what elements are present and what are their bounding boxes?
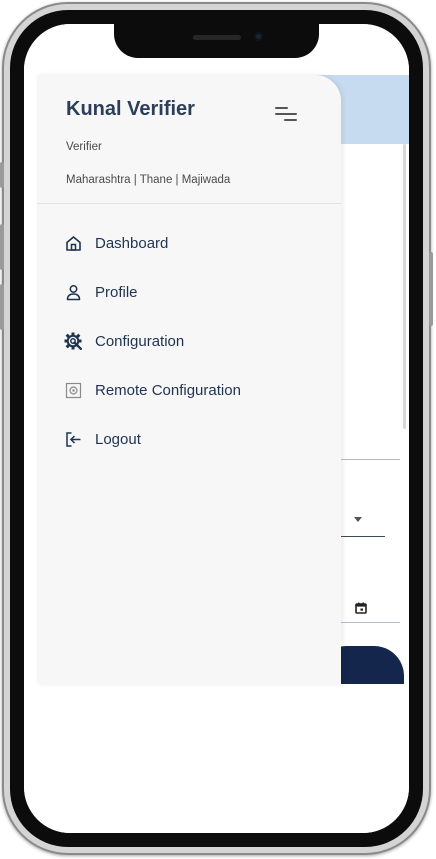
- drawer-divider: [37, 203, 341, 204]
- menu-label-dashboard: Dashboard: [95, 234, 169, 252]
- side-button-left-1: [0, 162, 4, 188]
- menu-label-logout: Logout: [95, 430, 141, 448]
- menu-item-logout[interactable]: Logout: [55, 423, 325, 455]
- menu-label-configuration: Configuration: [95, 332, 185, 350]
- front-camera: [254, 32, 263, 41]
- person-icon: [64, 283, 82, 301]
- navigation-drawer: Kunal Verifier Verifier Maharashtra | Th…: [37, 75, 341, 684]
- menu-label-profile: Profile: [95, 283, 138, 301]
- side-button-right: [429, 252, 433, 326]
- menu-collapse-icon[interactable]: [275, 107, 297, 121]
- user-name: Kunal Verifier: [66, 98, 195, 120]
- remote-config-icon: [64, 381, 82, 399]
- phone-screen: Kunal Verifier Verifier Maharashtra | Th…: [24, 24, 409, 833]
- phone-bezel: Kunal Verifier Verifier Maharashtra | Th…: [10, 10, 423, 847]
- menu-item-configuration[interactable]: Configuration: [55, 325, 325, 357]
- app-bottom-area: [24, 684, 409, 833]
- logout-icon: [64, 430, 82, 448]
- speaker-grille: [193, 35, 241, 40]
- calendar-icon[interactable]: [355, 602, 367, 614]
- notch: [114, 24, 319, 58]
- home-icon: [64, 234, 82, 252]
- side-button-left-2: [0, 224, 4, 270]
- menu-item-remote-configuration[interactable]: Remote Configuration: [55, 374, 325, 406]
- caret-down-icon[interactable]: [354, 517, 362, 522]
- user-location: Maharashtra | Thane | Majiwada: [66, 174, 231, 186]
- menu-item-profile[interactable]: Profile: [55, 276, 325, 308]
- user-role: Verifier: [66, 141, 102, 153]
- menu-label-remote-configuration: Remote Configuration: [95, 381, 241, 399]
- side-button-left-3: [0, 284, 4, 330]
- phone-frame: Kunal Verifier Verifier Maharashtra | Th…: [0, 2, 433, 855]
- scrollbar[interactable]: [403, 144, 406, 429]
- menu-item-dashboard[interactable]: Dashboard: [55, 227, 325, 259]
- settings-search-icon: [64, 332, 82, 350]
